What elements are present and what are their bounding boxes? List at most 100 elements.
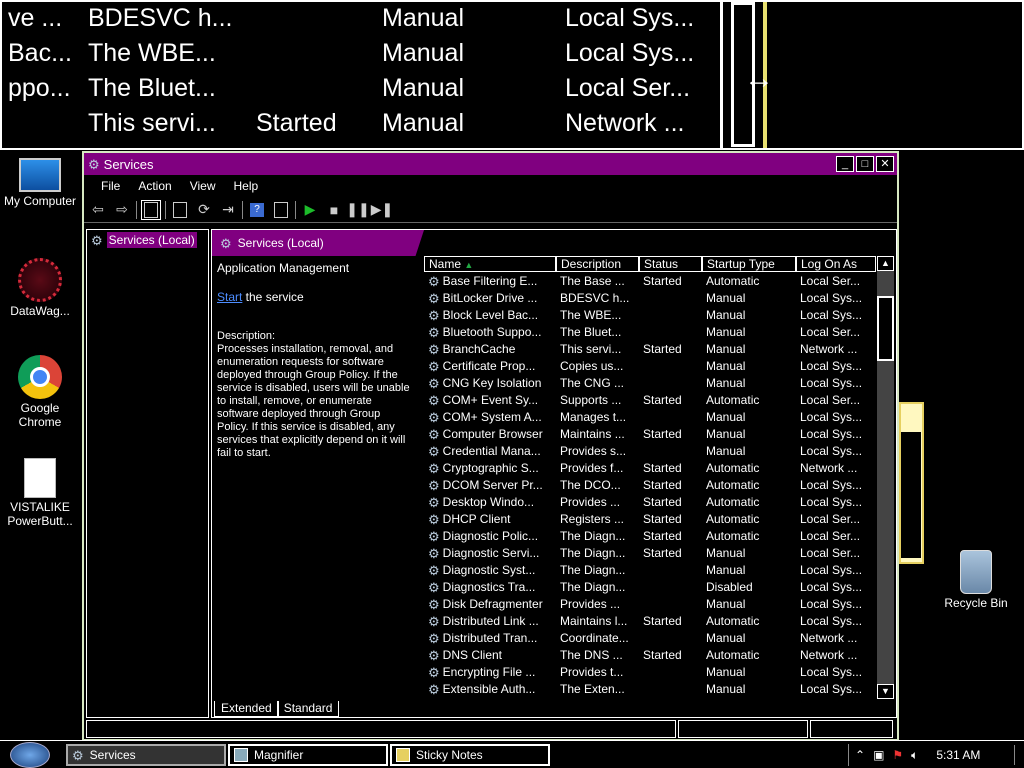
tree-item-services-local[interactable]: ⚙ Services (Local)	[91, 232, 208, 248]
volume-icon[interactable]: 🔈︎	[911, 748, 918, 763]
menu-action[interactable]: Action	[129, 179, 180, 193]
column-header-status[interactable]: Status	[639, 256, 702, 272]
service-status: Started	[643, 614, 682, 628]
scroll-down-arrow-icon[interactable]: ▼	[877, 684, 894, 699]
taskbar-item-services[interactable]: ⚙ Services	[66, 744, 226, 766]
desktop-icon-my-computer[interactable]: My Computer	[0, 158, 80, 208]
service-description: The Diagn...	[560, 563, 626, 577]
console-tree-icon[interactable]	[141, 199, 161, 220]
start-service-icon[interactable]: ▶	[300, 200, 320, 220]
service-startup-type: Manual	[706, 563, 746, 577]
start-service-link[interactable]: Start	[217, 290, 242, 304]
start-button[interactable]	[10, 742, 50, 768]
service-description: Provides f...	[560, 461, 624, 475]
taskbar-item-sticky-notes[interactable]: Sticky Notes	[390, 744, 550, 766]
service-row[interactable]: ⚙ Certificate Prop... Copies us... Manual Lo…	[424, 358, 876, 375]
tab-standard[interactable]: Standard	[276, 701, 340, 717]
network-icon[interactable]: ▣	[873, 748, 884, 762]
action-center-icon[interactable]: ⚑	[892, 748, 903, 762]
service-row[interactable]: ⚙ Computer Browser Maintains ... Started Man…	[424, 426, 876, 443]
service-gear-icon: ⚙	[428, 308, 440, 323]
service-row[interactable]: ⚙ Base Filtering E... The Base ... Started A…	[424, 273, 876, 290]
menu-help[interactable]: Help	[225, 179, 268, 193]
menu-view[interactable]: View	[181, 179, 225, 193]
forward-arrow-icon[interactable]: ⇨	[112, 200, 132, 220]
service-name: Extensible Auth...	[442, 682, 536, 696]
menu-file[interactable]: File	[92, 179, 129, 193]
tab-extended[interactable]: Extended	[214, 701, 279, 717]
service-row[interactable]: ⚙ BranchCache This servi... Started Manual Ne…	[424, 341, 876, 358]
service-log-on-as: Local Sys...	[800, 665, 863, 679]
service-log-on-as: Local Sys...	[800, 359, 863, 373]
scroll-thumb[interactable]	[877, 296, 894, 361]
sticky-note-window[interactable]	[899, 402, 924, 564]
service-name: Distributed Tran...	[442, 631, 538, 645]
service-status	[639, 681, 702, 698]
desktop-icon-recycle-bin[interactable]: Recycle Bin	[936, 550, 1016, 610]
service-row[interactable]: ⚙ Distributed Link ... Maintains l... Start…	[424, 613, 876, 630]
magnified-cell: Started	[256, 109, 337, 137]
service-row[interactable]: ⚙ DCOM Server Pr... The DCO... Started Autom…	[424, 477, 876, 494]
service-status	[639, 579, 702, 596]
show-hide-pane-icon[interactable]	[271, 200, 291, 220]
service-row[interactable]: ⚙ Disk Defragmenter Provides ... Manual Loca…	[424, 596, 876, 613]
service-row[interactable]: ⚙ COM+ Event Sy... Supports ... Started Auto…	[424, 392, 876, 409]
desktop-icon-chrome[interactable]: Google Chrome	[0, 355, 80, 429]
close-button[interactable]: ✕	[876, 156, 894, 172]
column-header-description[interactable]: Description	[556, 256, 639, 272]
service-row[interactable]: ⚙ Desktop Windo... Provides ... Started Auto…	[424, 494, 876, 511]
stop-service-icon[interactable]: ■	[324, 200, 344, 220]
scroll-up-arrow-icon[interactable]: ▲	[877, 256, 894, 271]
service-row[interactable]: ⚙ Distributed Tran... Coordinate... Manual N…	[424, 630, 876, 647]
service-gear-icon: ⚙	[428, 512, 440, 527]
service-row[interactable]: ⚙ Credential Mana... Provides s... Manual Lo…	[424, 443, 876, 460]
service-row[interactable]: ⚙ Bluetooth Suppo... The Bluet... Manual Loc…	[424, 324, 876, 341]
service-row[interactable]: ⚙ CNG Key Isolation The CNG ... Manual Local…	[424, 375, 876, 392]
service-gear-icon: ⚙	[428, 682, 440, 697]
column-header-startup-type[interactable]: Startup Type	[702, 256, 796, 272]
service-row[interactable]: ⚙ Diagnostic Servi... The Diagn... Started M…	[424, 545, 876, 562]
export-list-icon[interactable]: ⇥	[218, 200, 238, 220]
minimize-button[interactable]: _	[836, 156, 854, 172]
service-name: Credential Mana...	[442, 444, 541, 458]
service-row[interactable]: ⚙ Diagnostic Syst... The Diagn... Manual Loc…	[424, 562, 876, 579]
service-row[interactable]: ⚙ COM+ System A... Manages t... Manual Local…	[424, 409, 876, 426]
clock[interactable]: 5:31 AM	[936, 748, 980, 762]
service-log-on-as: Local Sys...	[800, 376, 863, 390]
magnified-row: ve ... BDESVC h... Manual Local Sys...	[2, 2, 722, 37]
show-desktop-button[interactable]	[1014, 745, 1022, 765]
service-description: The DCO...	[560, 478, 621, 492]
properties-icon[interactable]	[170, 200, 190, 220]
service-row[interactable]: ⚙ BitLocker Drive ... BDESVC h... Manual Loc…	[424, 290, 876, 307]
task-label: Sticky Notes	[416, 748, 483, 762]
service-name: BitLocker Drive ...	[442, 291, 538, 305]
service-row[interactable]: ⚙ Diagnostics Tra... The Diagn... Disabled L…	[424, 579, 876, 596]
service-name-cell: ⚙ Distributed Link ...	[424, 613, 556, 630]
maximize-button[interactable]: □	[856, 156, 874, 172]
service-row[interactable]: ⚙ DNS Client The DNS ... Started Automatic Ne…	[424, 647, 876, 664]
desktop-icon-vistalike[interactable]: VISTALIKE PowerButt...	[0, 458, 80, 528]
service-row[interactable]: ⚙ Cryptographic S... Provides f... Started A…	[424, 460, 876, 477]
column-header-name[interactable]: Name ▲	[424, 256, 556, 272]
service-name: BranchCache	[442, 342, 516, 356]
title-bar[interactable]: ⚙ Services _ □ ✕	[84, 153, 897, 175]
service-log-on-as: Local Ser...	[800, 512, 861, 526]
show-hidden-icons-icon[interactable]: ⌃	[855, 748, 865, 762]
refresh-icon[interactable]: ⟳	[194, 200, 214, 220]
service-status	[639, 409, 702, 426]
service-row[interactable]: ⚙ Encrypting File ... Provides t... Manual L…	[424, 664, 876, 681]
help-icon[interactable]: ?	[247, 200, 267, 220]
back-arrow-icon[interactable]: ⇦	[88, 200, 108, 220]
column-header-log-on-as[interactable]: Log On As	[796, 256, 876, 272]
pause-service-icon[interactable]: ❚❚	[346, 200, 369, 220]
vertical-scrollbar[interactable]: ▲ ▼	[877, 256, 894, 699]
restart-service-icon[interactable]: ▶❚	[371, 200, 394, 220]
service-description: The CNG ...	[560, 376, 625, 390]
service-row[interactable]: ⚙ Extensible Auth... The Exten... Manual Loc…	[424, 681, 876, 698]
taskbar-item-magnifier[interactable]: Magnifier	[228, 744, 388, 766]
service-row[interactable]: ⚙ DHCP Client Registers ... Started Automati…	[424, 511, 876, 528]
service-row[interactable]: ⚙ Block Level Bac... The WBE... Manual Local…	[424, 307, 876, 324]
console-tree: ⚙ Services (Local)	[86, 229, 209, 718]
service-row[interactable]: ⚙ Diagnostic Polic... The Diagn... Started A…	[424, 528, 876, 545]
desktop-icon-datawag[interactable]: DataWag...	[0, 258, 80, 318]
